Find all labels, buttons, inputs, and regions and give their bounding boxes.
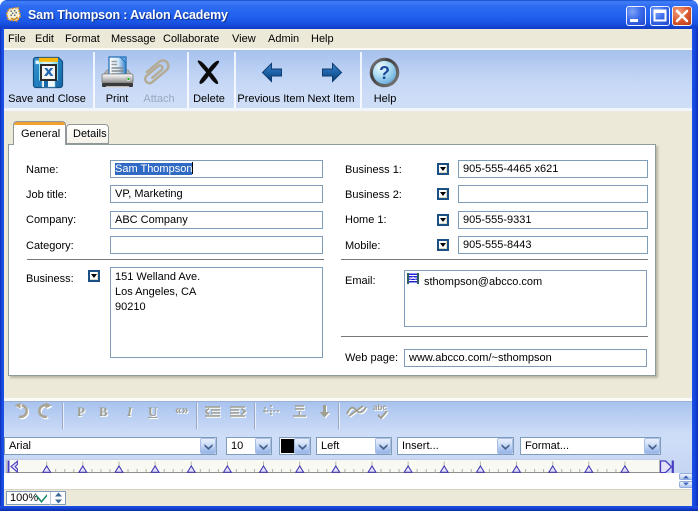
- svg-text:?: ?: [379, 63, 390, 83]
- svg-text:abc: abc: [373, 403, 387, 412]
